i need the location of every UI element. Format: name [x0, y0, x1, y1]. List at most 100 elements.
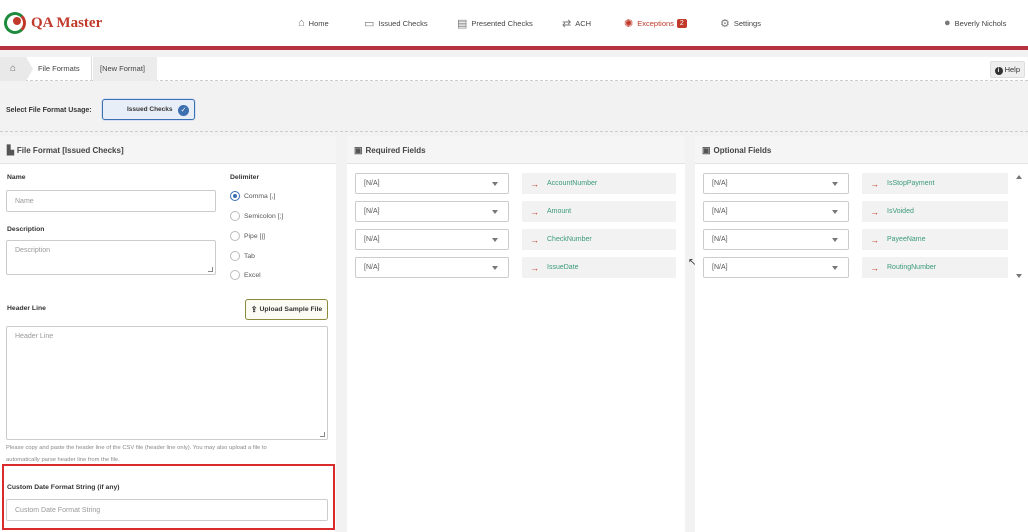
- user-icon: ●: [944, 17, 951, 29]
- check-presented-icon: ▤: [457, 18, 468, 30]
- nav-settings-label: Settings: [733, 19, 761, 28]
- caret-down-icon: [832, 238, 838, 242]
- required-field-mapping-select[interactable]: [N/A]: [355, 229, 509, 250]
- nav-settings[interactable]: ⚙ Settings: [720, 17, 761, 30]
- breadcrumb: ⌂ File Formats [New Format] i Help: [0, 57, 1028, 81]
- required-field-mapping-select[interactable]: [N/A]: [355, 257, 509, 278]
- alarm-icon: ✺: [624, 18, 634, 30]
- nav-presented-checks[interactable]: ▤ Presented Checks: [457, 17, 533, 30]
- select-value: [N/A]: [712, 180, 728, 187]
- delimiter-option-comma[interactable]: Comma [,]: [230, 191, 275, 201]
- required-fields-title: Required Fields: [365, 146, 426, 155]
- select-value: [N/A]: [712, 264, 728, 271]
- header-line-label: Header Line: [7, 305, 46, 312]
- caret-down-icon: [832, 182, 838, 186]
- field-name: PayeeName: [887, 236, 926, 243]
- radio-icon: [230, 231, 240, 241]
- file-format-icon: ▙: [7, 145, 14, 155]
- nav-ach[interactable]: ⇄ ACH: [562, 17, 591, 30]
- breadcrumb-home[interactable]: ⌂: [0, 57, 26, 81]
- caret-down-icon: [832, 266, 838, 270]
- home-icon: ⌂: [9, 63, 17, 74]
- caret-down-icon: [832, 210, 838, 214]
- usage-selector[interactable]: Issued Checks ✓: [102, 99, 195, 120]
- arrow-right-icon: →: [530, 206, 539, 217]
- logo-icon: [4, 12, 26, 34]
- delimiter-option-pipe[interactable]: Pipe [|]: [230, 231, 265, 241]
- breadcrumb-separator: [91, 57, 92, 81]
- required-fields-panel-header: ▣ Required Fields: [347, 136, 685, 164]
- scroll-up-arrow-icon[interactable]: [1016, 175, 1022, 179]
- required-field-tag: → IssueDate: [522, 257, 676, 278]
- optional-field-mapping-select[interactable]: [N/A]: [703, 257, 849, 278]
- user-name: Beverly Nichols: [954, 18, 1007, 28]
- delimiter-label: Delimiter: [230, 174, 260, 181]
- caret-down-icon: [492, 182, 498, 186]
- arrow-right-icon: →: [530, 178, 539, 189]
- arrow-right-icon: →: [870, 234, 879, 245]
- nav-home[interactable]: ⌂ Home: [298, 17, 329, 29]
- optional-field-mapping-select[interactable]: [N/A]: [703, 201, 849, 222]
- app-logo[interactable]: QA Master: [4, 12, 102, 34]
- resize-handle[interactable]: [208, 267, 213, 272]
- radio-icon: [230, 251, 240, 261]
- nav-home-label: Home: [308, 18, 329, 28]
- field-name: Amount: [547, 208, 572, 215]
- breadcrumb-separator: [26, 57, 33, 81]
- select-value: [N/A]: [364, 180, 380, 187]
- hint-line: Please copy and paste the header line of…: [6, 445, 267, 451]
- delimiter-option-tab[interactable]: Tab: [230, 251, 255, 261]
- delimiter-option-semicolon[interactable]: Semicolon [;]: [230, 211, 283, 221]
- optional-field-tag: → PayeeName: [862, 229, 1008, 250]
- app-name: QA Master: [31, 14, 103, 31]
- breadcrumb-new-format: [New Format]: [93, 57, 157, 81]
- breadcrumb-file-formats[interactable]: File Formats: [36, 57, 91, 81]
- user-menu[interactable]: ● Beverly Nichols: [944, 17, 1006, 29]
- select-value: [N/A]: [712, 208, 728, 215]
- radio-selected-icon: [230, 191, 240, 201]
- select-value: [N/A]: [364, 236, 380, 243]
- delimiter-option-label: Excel: [244, 271, 261, 279]
- gears-icon: ⚙: [720, 18, 730, 30]
- help-label: Help: [1004, 65, 1020, 74]
- radio-icon: [230, 270, 240, 280]
- checkmark-icon: ✓: [178, 105, 189, 116]
- custom-date-format-input[interactable]: Custom Date Format String: [6, 499, 328, 521]
- optional-fields-title: Optional Fields: [713, 146, 772, 155]
- custom-date-format-label: Custom Date Format String (if any): [7, 484, 120, 491]
- check-issue-icon: ▭: [364, 18, 375, 30]
- upload-sample-file-button[interactable]: ⇪ Upload Sample File: [245, 299, 328, 320]
- nav-exceptions-label: Exceptions: [637, 19, 674, 28]
- arrow-right-icon: →: [530, 234, 539, 245]
- required-field-tag: → CheckNumber: [522, 229, 676, 250]
- help-button[interactable]: i Help: [989, 61, 1025, 78]
- nav-presented-checks-label: Presented Checks: [471, 19, 533, 28]
- table-icon: ▣: [354, 145, 363, 155]
- description-label: Description: [7, 226, 45, 233]
- select-value: [N/A]: [712, 236, 728, 243]
- header-line-input[interactable]: Header Line: [6, 326, 328, 440]
- delimiter-option-label: Tab: [244, 252, 255, 260]
- usage-selected-label: Issued Checks: [127, 106, 173, 113]
- arrow-right-icon: →: [530, 262, 539, 273]
- required-field-mapping-select[interactable]: [N/A]: [355, 201, 509, 222]
- optional-fields-panel: ▣ Optional Fields: [695, 136, 1028, 532]
- table-icon: ▣: [702, 145, 711, 155]
- delimiter-option-excel[interactable]: Excel: [230, 270, 261, 280]
- optional-field-tag: → IsVoided: [862, 201, 1008, 222]
- optional-field-mapping-select[interactable]: [N/A]: [703, 229, 849, 250]
- header-line-hint: Please copy and paste the header line of…: [6, 442, 328, 466]
- nav-exceptions[interactable]: ✺ Exceptions 2: [624, 17, 687, 30]
- select-value: [N/A]: [364, 264, 380, 271]
- optional-field-mapping-select[interactable]: [N/A]: [703, 173, 849, 194]
- field-name: RoutingNumber: [887, 264, 937, 271]
- name-input[interactable]: Name: [6, 190, 216, 212]
- nav-ach-label: ACH: [575, 19, 592, 28]
- required-field-mapping-select[interactable]: [N/A]: [355, 173, 509, 194]
- resize-handle[interactable]: [320, 432, 325, 437]
- description-input[interactable]: Description: [6, 240, 216, 275]
- caret-down-icon: [492, 210, 498, 214]
- nav-issued-checks[interactable]: ▭ Issued Checks: [364, 17, 428, 30]
- delimiter-option-label: Pipe [|]: [244, 232, 266, 240]
- scroll-down-arrow-icon[interactable]: [1016, 274, 1022, 278]
